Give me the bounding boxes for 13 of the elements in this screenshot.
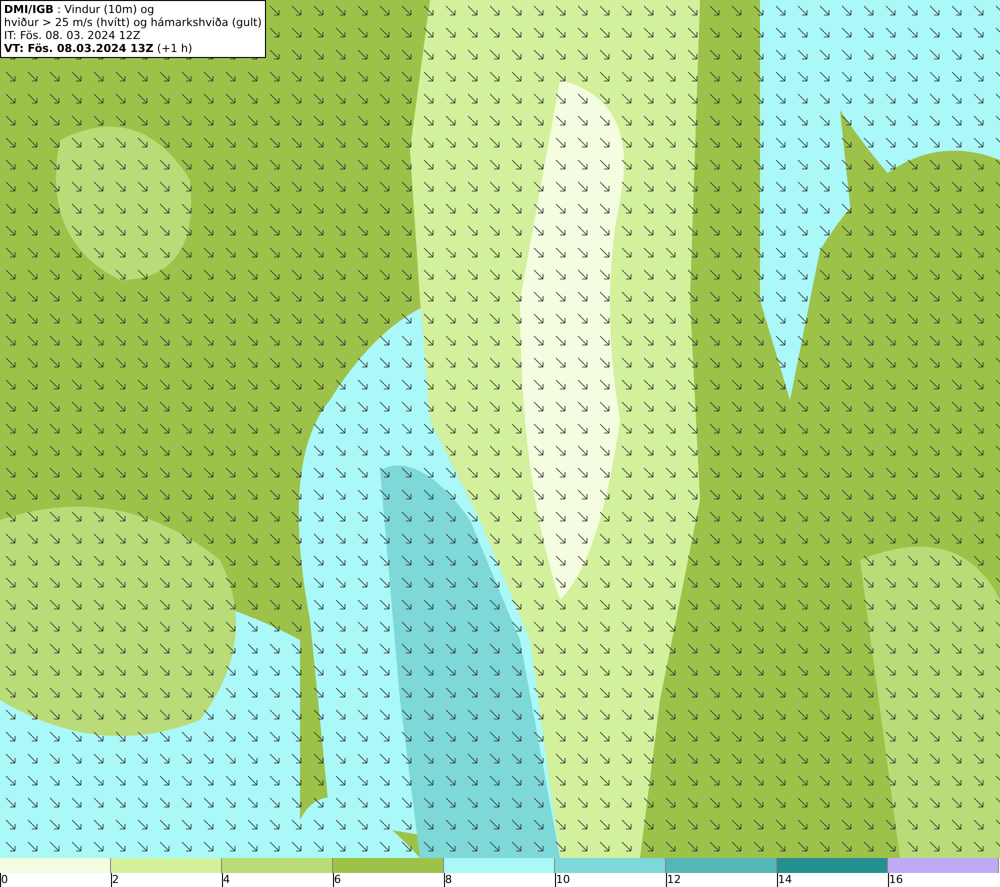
title-line: hviður > 25 m/s (hvítt) og hámarkshviða (gult): [4, 16, 262, 29]
legend-tick-label: 2: [112, 873, 119, 887]
legend-tick-label: 6: [334, 873, 341, 887]
legend-tick-label: 0: [1, 873, 8, 887]
legend-tick-label: 16: [889, 873, 903, 887]
title-line: IT: Fös. 08. 03. 2024 12Z: [4, 29, 142, 42]
legend-tick-label: 4: [223, 873, 230, 887]
title-line: VT: Fös. 08.03.2024 13Z (+1 h): [4, 42, 194, 55]
legend-tick-label: 10: [556, 873, 570, 887]
legend-tick-label: 14: [778, 873, 792, 887]
legend-tick-label: 8: [445, 873, 452, 887]
title-line: DMI/IGB : Vindur (10m) og: [4, 3, 156, 16]
legend-tick-label: 12: [667, 873, 681, 887]
